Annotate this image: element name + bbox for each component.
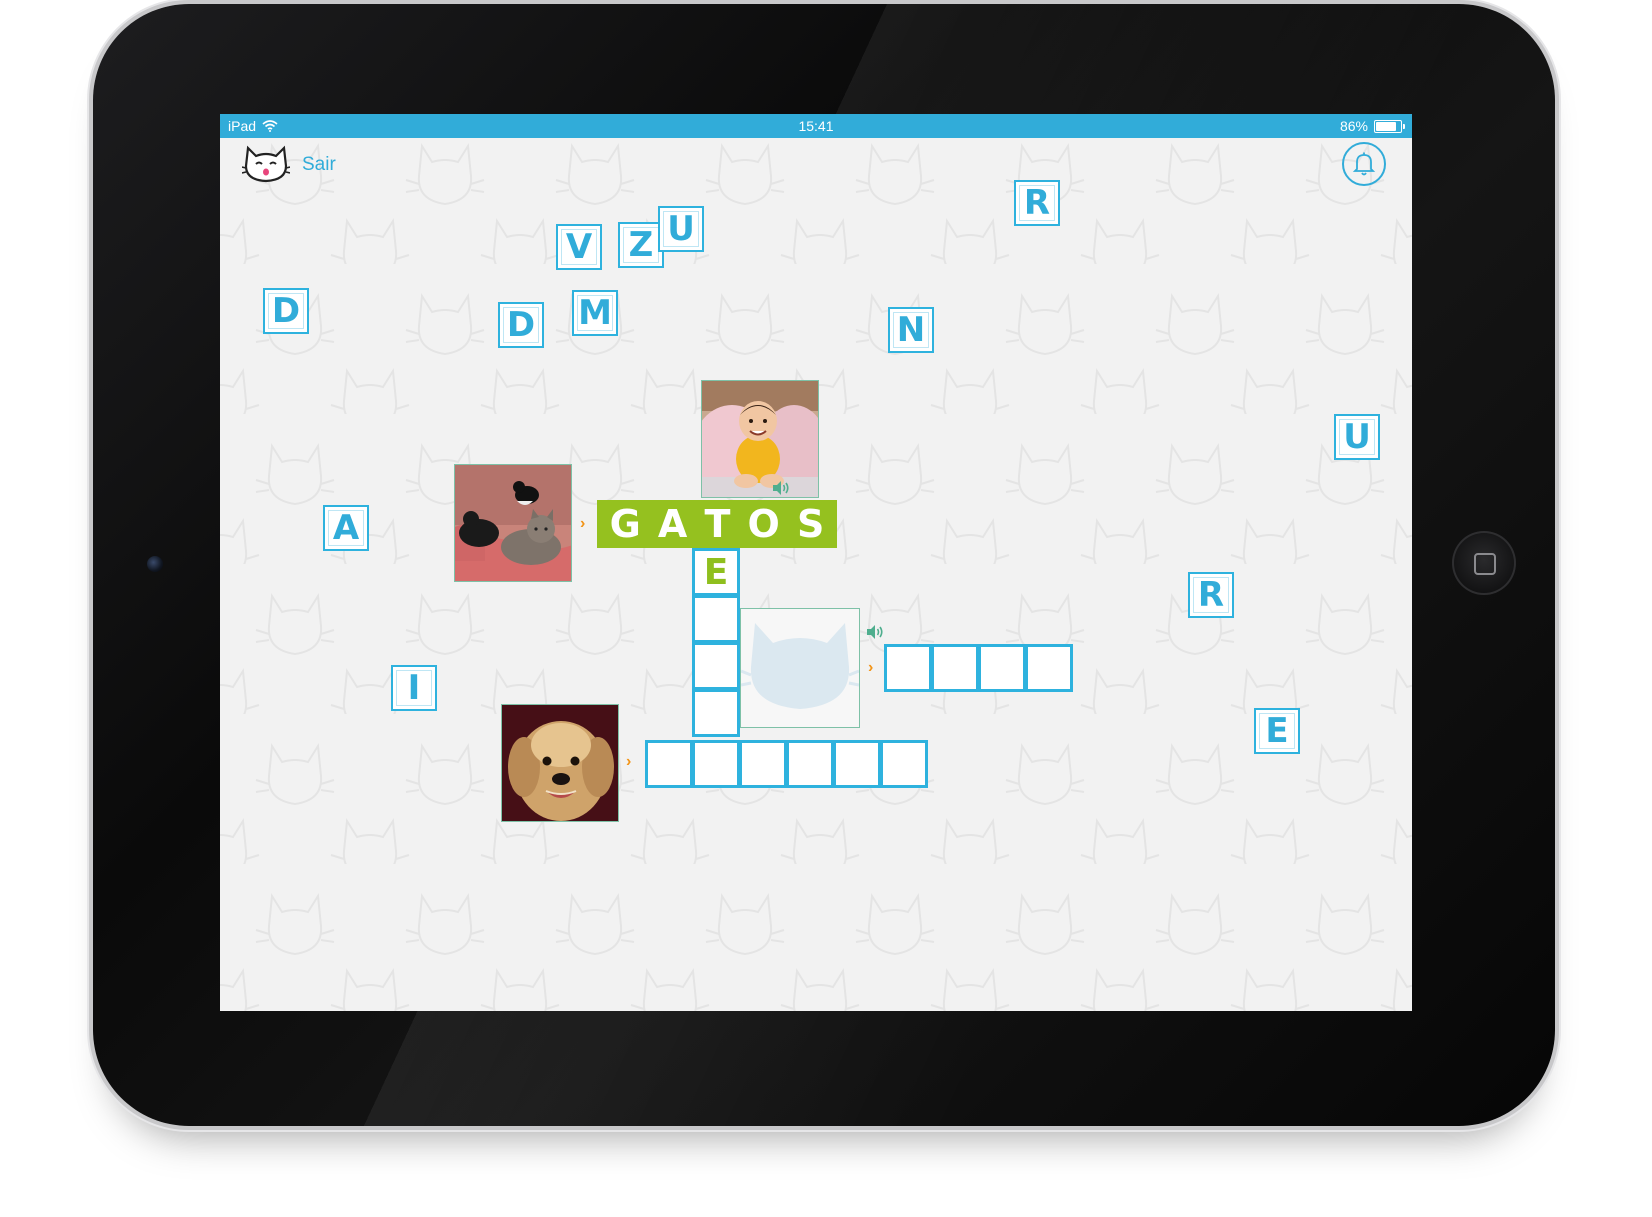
baby-photo [701, 380, 819, 498]
solved-letter: O [747, 502, 780, 546]
answer-cell[interactable] [880, 740, 928, 788]
status-right: 86% [1339, 118, 1405, 134]
home-square-icon [1474, 553, 1496, 575]
answer-cell[interactable] [884, 644, 932, 692]
answer-cell[interactable] [833, 740, 881, 788]
letter-tile[interactable]: U [658, 206, 704, 252]
solved-letter: S [796, 502, 825, 546]
hidden-clue-card [740, 608, 860, 728]
cat-face-icon [242, 145, 290, 183]
battery-icon [1374, 119, 1405, 133]
letter-tile[interactable]: V [556, 224, 602, 270]
speaker-icon[interactable] [772, 480, 790, 496]
answer-cell[interactable] [1025, 644, 1073, 692]
solved-word-gatos: G A T O S [597, 500, 837, 548]
answer-cell[interactable] [786, 740, 834, 788]
cat-pattern-background [220, 114, 1412, 1011]
notification-button[interactable] [1342, 142, 1386, 186]
bell-icon [1352, 152, 1376, 176]
answer-cell[interactable] [692, 642, 740, 690]
answer-cell[interactable] [692, 595, 740, 643]
letter-tile[interactable]: M [572, 290, 618, 336]
status-bar: iPad 15:41 86% [220, 114, 1412, 138]
battery-percent: 86% [1339, 118, 1368, 134]
letter-tile[interactable]: U [1334, 414, 1380, 460]
answer-cell-filled[interactable]: E [692, 548, 740, 596]
letter-tile[interactable]: D [498, 302, 544, 348]
cat-silhouette-icon [741, 623, 859, 709]
answer-cell[interactable] [692, 740, 740, 788]
letter-tile[interactable]: N [888, 307, 934, 353]
home-button[interactable] [1452, 531, 1516, 595]
status-time: 15:41 [798, 118, 834, 134]
battery-nub [1403, 123, 1405, 129]
answer-cell[interactable] [978, 644, 1026, 692]
answer-cell[interactable] [692, 689, 740, 737]
answer-cell[interactable] [739, 740, 787, 788]
answer-cell[interactable] [645, 740, 693, 788]
letter-tile[interactable]: R [1014, 180, 1060, 226]
letter-tile[interactable]: D [263, 288, 309, 334]
answer-cell[interactable] [931, 644, 979, 692]
cats-photo-art [455, 465, 571, 581]
right-arrow-icon: › [626, 753, 632, 770]
dog-photo-art [502, 705, 618, 821]
speaker-icon[interactable] [866, 624, 884, 640]
letter-tile[interactable]: E [1254, 708, 1300, 754]
solved-letter: G [609, 502, 641, 546]
battery-fill [1376, 121, 1397, 131]
cats-photo [454, 464, 572, 582]
camera-icon [147, 556, 163, 572]
right-arrow-icon: › [580, 515, 586, 532]
letter-tile[interactable]: R [1188, 572, 1234, 618]
dog-photo [501, 704, 619, 822]
solved-letter: A [657, 502, 688, 546]
app-screen: iPad 15:41 86% Sair R V Z U D D M N U A … [220, 114, 1412, 1011]
baby-photo-art [702, 381, 818, 497]
letter-tile[interactable]: I [391, 665, 437, 711]
right-arrow-icon: › [868, 659, 874, 676]
letter-tile[interactable]: A [323, 505, 369, 551]
exit-button[interactable]: Sair [302, 154, 336, 176]
solved-letter: T [704, 502, 731, 546]
